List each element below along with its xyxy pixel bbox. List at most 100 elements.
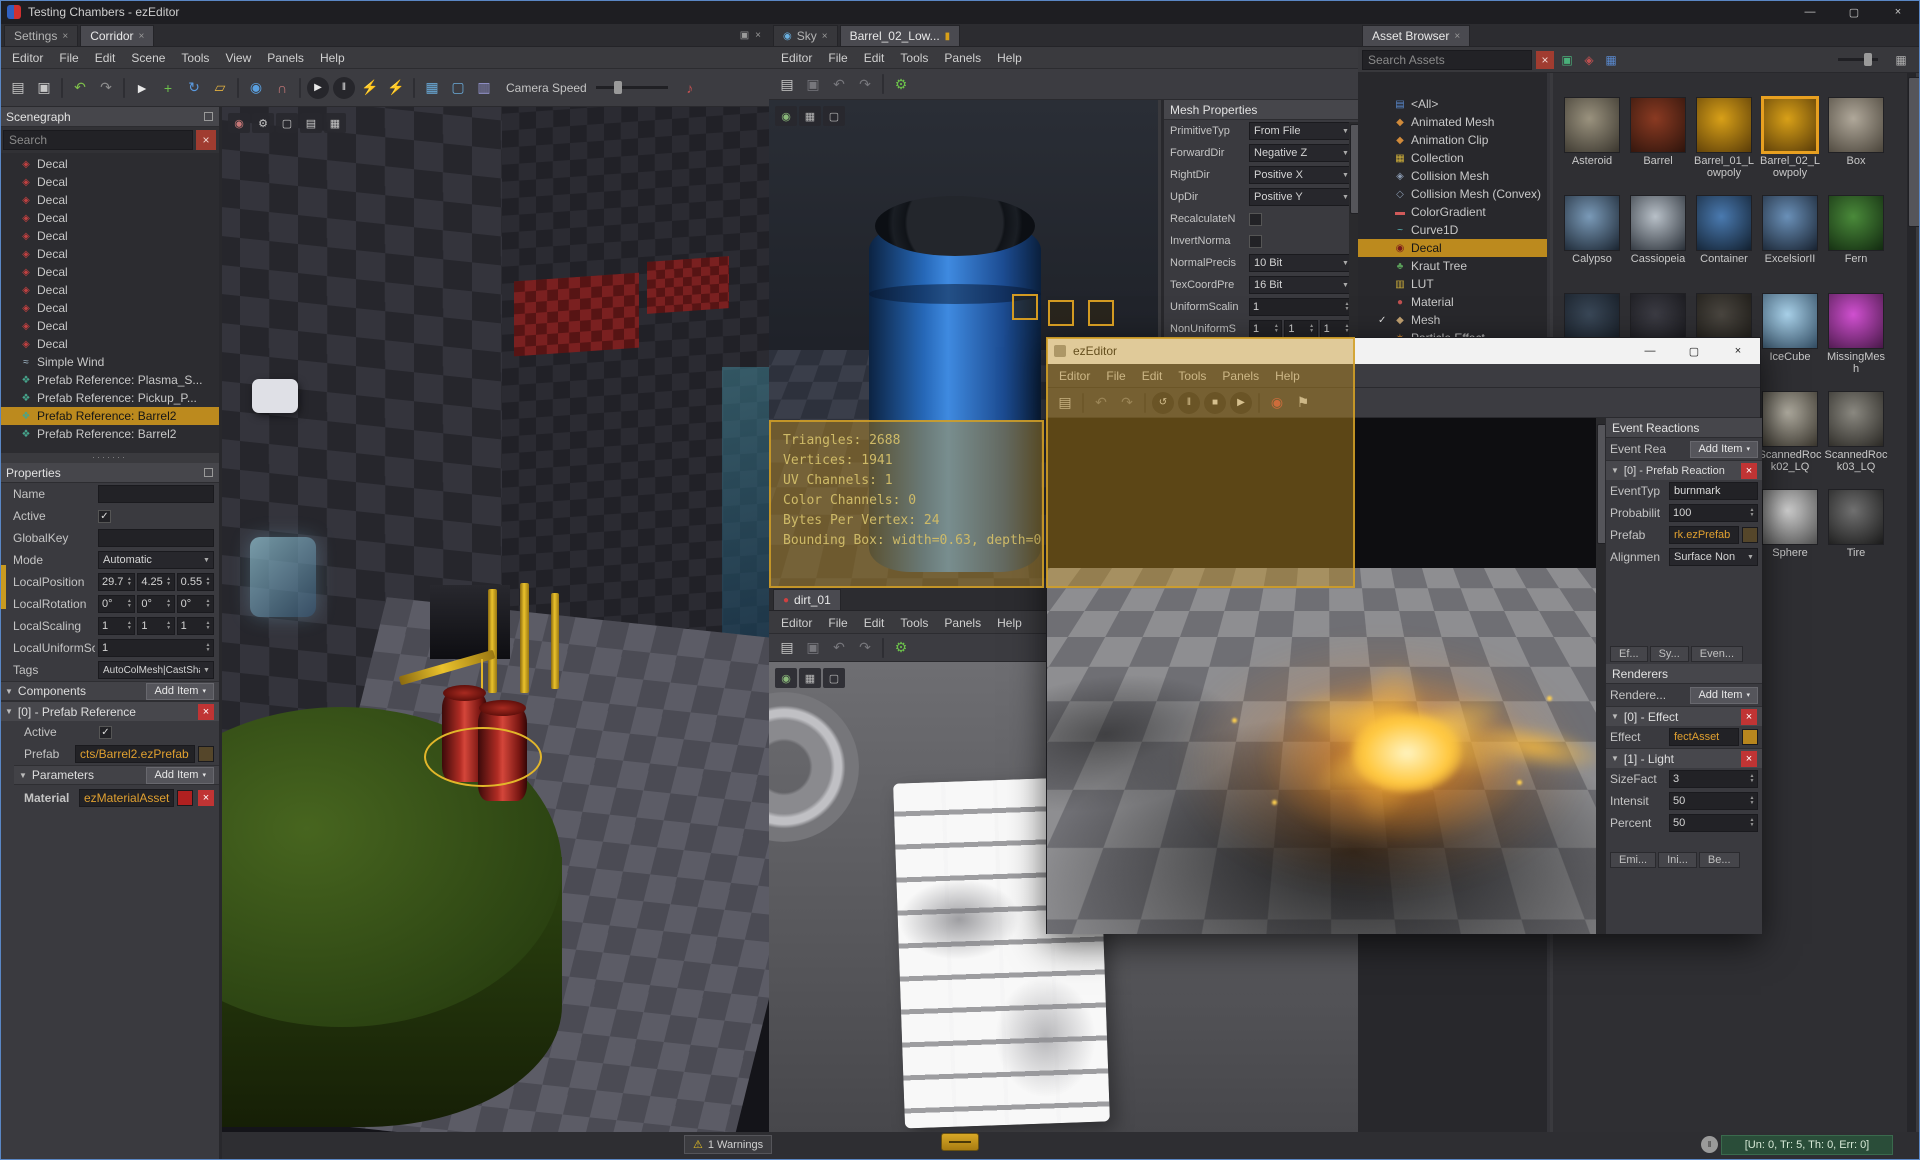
menu-item[interactable]: Editor [773, 612, 820, 634]
add-component-button[interactable]: Add Item ▾ [146, 682, 214, 700]
maximize-button[interactable]: ▢ [1672, 339, 1716, 363]
scaling-spinbox[interactable]: 1 ▲ ▼ [176, 617, 214, 635]
menu-item[interactable]: Help [312, 47, 353, 69]
scenegraph-item[interactable]: ◈ Decal [0, 263, 219, 281]
mesh-property-dropdown[interactable]: 10 Bit ▼ [1249, 254, 1353, 272]
asset-type-item[interactable]: ✓ ~ Curve1D [1358, 221, 1547, 239]
scenegraph-item[interactable]: ❖ Prefab Reference: Plasma_S... [0, 371, 219, 389]
scenegraph-item[interactable]: ≈ Simple Wind [0, 353, 219, 371]
sep[interactable] [882, 637, 884, 658]
particle-viewport-scrollbar[interactable] [1596, 418, 1653, 934]
menu-item[interactable]: Tools [892, 47, 936, 69]
menu-item[interactable]: Help [1267, 365, 1308, 387]
tab-settings[interactable]: Settings × [4, 25, 79, 46]
asset-type-item[interactable]: ✓ ▬ ColorGradient [1358, 203, 1547, 221]
prefab-asset-field[interactable]: cts/Barrel2.ezPrefab [75, 745, 195, 763]
dock-tab[interactable]: Ef... [1610, 646, 1648, 662]
minimize-button[interactable]: — [1628, 339, 1672, 363]
menu-item[interactable]: File [820, 47, 855, 69]
dock-tab[interactable]: Even... [1690, 646, 1744, 662]
active-checkbox[interactable] [98, 509, 111, 523]
tab-barrel-02-lowpoly[interactable]: Barrel_02_Low... ▮ [839, 25, 961, 46]
menu-item[interactable]: Tools [1170, 365, 1214, 387]
collapse-icon[interactable]: ▼ [1611, 712, 1619, 721]
camera-icon[interactable]: ◉ [775, 106, 797, 126]
menu-item[interactable]: Edit [856, 612, 893, 634]
particle-window-titlebar[interactable]: ezEditor — ▢ × [1047, 338, 1760, 364]
scale-gizmo-icon[interactable]: ▱ [207, 75, 233, 101]
record-icon[interactable]: ◉ [1264, 390, 1290, 416]
asset-item[interactable]: Cassiopeia [1625, 195, 1691, 293]
camera-icon[interactable]: ◉ [228, 113, 250, 133]
camera-speed-slider[interactable] [595, 81, 668, 94]
translate-gizmo-icon[interactable]: + [155, 75, 181, 101]
asset-type-item[interactable]: ✓ ◇ Collision Mesh (Convex) [1358, 185, 1547, 203]
asset-grid-scrollbar[interactable] [1907, 73, 1920, 1132]
ice-cube-object[interactable] [250, 537, 316, 617]
play-icon[interactable]: ▶ [307, 76, 329, 99]
gear-icon[interactable]: ⚙ [252, 113, 274, 133]
sep[interactable] [237, 77, 239, 98]
sep[interactable] [1144, 392, 1146, 413]
mode-dropdown[interactable]: Automatic ▼ [98, 551, 214, 569]
dock-tab[interactable]: Ini... [1658, 852, 1697, 868]
add-parameter-button[interactable]: Add Item ▾ [146, 766, 214, 784]
uniform-scaling-spinbox[interactable]: 1 ▲ ▼ [1249, 298, 1353, 316]
asset-type-item[interactable]: ✓ ▦ Collection [1358, 149, 1547, 167]
pause-icon[interactable]: ‖ [333, 76, 355, 99]
menu-item[interactable]: Help [989, 47, 1030, 69]
mesh-property-dropdown[interactable]: From File ▼ [1249, 122, 1353, 140]
selection-gizmo-ring[interactable] [424, 727, 542, 787]
dock-tab[interactable]: Be... [1698, 852, 1740, 868]
collapse-icon[interactable]: ▼ [5, 687, 13, 696]
tags-dropdown[interactable]: AutoColMesh|CastShadow▼ [98, 661, 214, 679]
undo-icon[interactable]: ↶ [826, 635, 852, 661]
sep[interactable] [61, 77, 63, 98]
sep[interactable] [1082, 392, 1084, 413]
clear-search-button[interactable]: × [196, 130, 216, 150]
intensity-spinbox[interactable]: 50 ▲ ▼ [1669, 792, 1758, 810]
snap-icon[interactable]: ∩ [269, 75, 295, 101]
position-spinbox[interactable]: 29.7 ▲ ▼ [98, 573, 136, 591]
minimize-button[interactable]: — [1788, 0, 1832, 24]
mesh-property-checkbox[interactable] [1249, 234, 1262, 248]
asset-item[interactable]: Box [1823, 97, 1889, 195]
grid-icon[interactable]: ▦ [324, 113, 346, 133]
collapse-icon[interactable]: ▼ [5, 707, 13, 716]
menu-item[interactable]: File [1098, 365, 1133, 387]
close-icon[interactable]: × [62, 31, 68, 42]
mesh-property-dropdown[interactable]: Negative Z ▼ [1249, 144, 1353, 162]
menu-item[interactable]: Panels [936, 47, 989, 69]
yellow-pole[interactable] [488, 589, 497, 693]
scenegraph-item[interactable]: ◈ Decal [0, 191, 219, 209]
delete-renderer-button[interactable]: × [1741, 708, 1757, 725]
scaling-spinbox[interactable]: 1 ▲ ▼ [98, 617, 136, 635]
close-icon[interactable]: × [1454, 31, 1460, 42]
eventtype-input[interactable] [1669, 482, 1758, 500]
asset-item[interactable]: Asteroid [1559, 97, 1625, 195]
menu-item[interactable]: Edit [1134, 365, 1171, 387]
remove-material-button[interactable]: × [198, 790, 214, 806]
sep[interactable] [882, 74, 884, 94]
nonuniform-scaling-spinbox[interactable]: 1 ▲ ▼ [1249, 320, 1283, 338]
menu-item[interactable]: Help [989, 612, 1030, 634]
menu-item[interactable]: Panels [936, 612, 989, 634]
asset-item[interactable]: IceCube [1757, 293, 1823, 391]
menu-item[interactable]: Panels [259, 47, 312, 69]
asset-type-item[interactable]: ✓ ▤ <All> [1358, 95, 1547, 113]
panel-splitter[interactable]: ······· [0, 453, 222, 463]
menu-item[interactable]: Edit [856, 47, 893, 69]
mesh-property-checkbox[interactable] [1249, 212, 1262, 226]
scenegraph-item[interactable]: ◈ Decal [0, 281, 219, 299]
mesh-property-dropdown[interactable]: Positive X ▼ [1249, 166, 1353, 184]
collapse-icon[interactable]: ▼ [19, 771, 27, 780]
prefab-asset-field[interactable]: rk.ezPrefab [1669, 526, 1739, 544]
gear-icon[interactable]: ⚙ [888, 635, 914, 661]
asset-item[interactable]: Calypso [1559, 195, 1625, 293]
nonuniform-scaling-spinbox[interactable]: 1 ▲ ▼ [1284, 320, 1318, 338]
asset-item[interactable]: Barrel_02_Lowpoly [1757, 97, 1823, 195]
rotation-spinbox[interactable]: 0° ▲ ▼ [98, 595, 136, 613]
percentage-spinbox[interactable]: 50 ▲ ▼ [1669, 814, 1758, 832]
asset-item[interactable]: ScannedRock03_LQ [1823, 391, 1889, 489]
expand-icon[interactable]: ▢ [823, 668, 845, 688]
